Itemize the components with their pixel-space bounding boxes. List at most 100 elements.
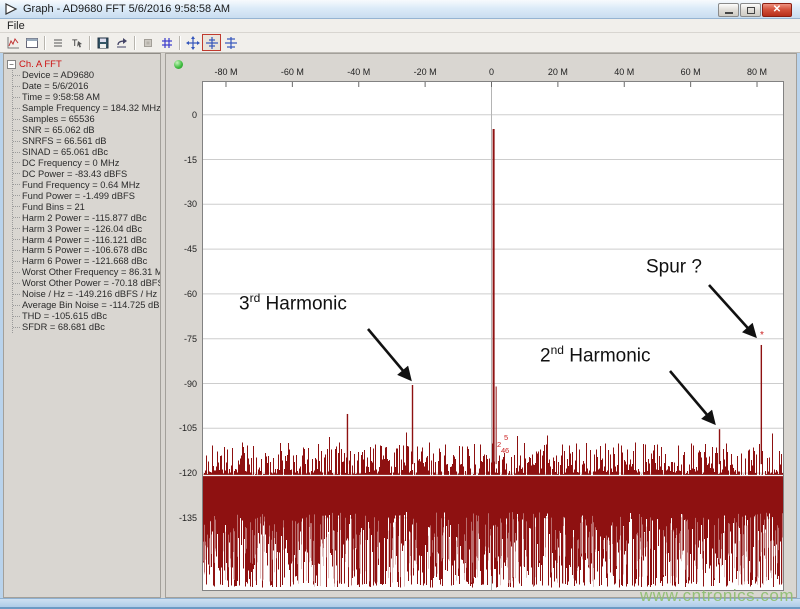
window-title: Graph - AD9680 FFT 5/6/2016 9:58:58 AM bbox=[23, 3, 231, 15]
tree-connector bbox=[13, 304, 20, 306]
tree-item-label: SNR = 65.062 dB bbox=[22, 125, 95, 136]
tree-connector bbox=[13, 151, 20, 153]
grid-icon[interactable] bbox=[157, 34, 176, 51]
svg-text:*: * bbox=[760, 330, 764, 341]
tree-item-label: Samples = 65536 bbox=[22, 114, 95, 125]
save-icon[interactable] bbox=[93, 34, 112, 51]
tree-connector bbox=[13, 206, 20, 208]
tree-item[interactable]: Fund Bins = 21 bbox=[13, 201, 158, 212]
close-button[interactable]: ✕ bbox=[762, 3, 792, 17]
y-tick-label: -135 bbox=[178, 512, 197, 523]
annotation-harmonic-2: 2nd Harmonic bbox=[540, 343, 651, 367]
tree-item[interactable]: Harm 3 Power = -126.04 dBc bbox=[13, 223, 158, 234]
minimize-icon bbox=[724, 12, 733, 14]
tree-item[interactable]: Time = 9:58:58 AM bbox=[13, 92, 158, 103]
toolbar: T bbox=[0, 33, 800, 53]
tree-item[interactable]: Harm 5 Power = -106.678 dBc bbox=[13, 245, 158, 256]
tree-connector bbox=[13, 293, 20, 295]
tree-item[interactable]: DC Frequency = 0 MHz bbox=[13, 158, 158, 169]
tree-connector bbox=[13, 195, 20, 197]
tree-item[interactable]: SNR = 65.062 dB bbox=[13, 125, 158, 136]
tree-item[interactable]: DC Power = -83.43 dBFS bbox=[13, 168, 158, 179]
toolbar-separator bbox=[89, 35, 90, 50]
tree-collapse-icon[interactable]: − bbox=[7, 59, 16, 69]
tree-item[interactable]: Fund Power = -1.499 dBFS bbox=[13, 190, 158, 201]
tree-connector bbox=[13, 239, 20, 241]
y-tick-label: -75 bbox=[183, 333, 197, 344]
close-icon: ✕ bbox=[772, 4, 782, 15]
tree-connector bbox=[13, 184, 20, 186]
tree-item[interactable]: THD = -105.615 dBc bbox=[13, 311, 158, 322]
x-tick-label: 60 M bbox=[680, 67, 701, 77]
tree-item-label: Sample Frequency = 184.32 MHz bbox=[22, 103, 161, 114]
tree-item-label: Date = 5/6/2016 bbox=[22, 81, 89, 92]
tree-root-label[interactable]: Ch. A FFT bbox=[19, 59, 62, 70]
crosshair-icon[interactable] bbox=[202, 34, 221, 51]
tree-item-label: Fund Bins = 21 bbox=[22, 201, 85, 212]
tree-connector bbox=[13, 85, 20, 87]
tree-item-label: Noise / Hz = -149.216 dBFS / Hz bbox=[22, 289, 158, 300]
watermark: www.cntronics.com bbox=[640, 586, 794, 605]
tree-connector bbox=[13, 282, 20, 284]
tree-item[interactable]: Harm 2 Power = -115.877 dBc bbox=[13, 212, 158, 223]
tree-item[interactable]: Fund Frequency = 0.64 MHz bbox=[13, 179, 158, 190]
x-tick-label: 0 bbox=[488, 67, 495, 77]
fft-spectrum: 524 6* bbox=[203, 82, 783, 590]
svg-text:5: 5 bbox=[504, 433, 508, 442]
fft-plot[interactable]: 5 2 4 6 * 3rd Harmonic 2nd Harmonic Spur ? bbox=[202, 81, 784, 591]
export-icon[interactable] bbox=[112, 34, 131, 51]
menu-file[interactable]: File bbox=[0, 20, 32, 32]
tree-item-label: Harm 3 Power = -126.04 dBc bbox=[22, 223, 143, 234]
axes-icon[interactable] bbox=[221, 34, 240, 51]
form-settings-icon[interactable] bbox=[22, 34, 41, 51]
tree-connector bbox=[13, 74, 20, 76]
marker-icon[interactable] bbox=[138, 34, 157, 51]
tree-connector bbox=[13, 326, 20, 328]
toolbar-separator bbox=[44, 35, 45, 50]
y-tick-label: -105 bbox=[178, 423, 197, 434]
content-area: − Ch. A FFT Device = AD9680 Date = 5/6/20… bbox=[3, 53, 797, 598]
tree-item[interactable]: Noise / Hz = -149.216 dBFS / Hz bbox=[13, 289, 158, 300]
tree-connector bbox=[13, 173, 20, 175]
menu-bar: File bbox=[0, 19, 800, 33]
y-tick-label: -15 bbox=[183, 154, 197, 165]
tree-item-label: SINAD = 65.061 dBc bbox=[22, 147, 109, 158]
tree-connector bbox=[13, 228, 20, 230]
y-tick-label: -30 bbox=[183, 199, 197, 210]
pan-icon[interactable] bbox=[183, 34, 202, 51]
status-led-icon bbox=[174, 60, 183, 69]
x-tick-label: -80 M bbox=[214, 67, 238, 77]
tree-item-label: Harm 5 Power = -106.678 dBc bbox=[22, 245, 148, 256]
tree-item[interactable]: SFDR = 68.681 dBc bbox=[13, 322, 158, 333]
tree-item[interactable]: Worst Other Power = -70.18 dBFS bbox=[13, 278, 160, 289]
tree-item[interactable]: Average Bin Noise = -114.725 dBFS bbox=[13, 300, 160, 311]
maximize-icon bbox=[746, 6, 755, 14]
list-icon[interactable] bbox=[48, 34, 67, 51]
tree-connector bbox=[13, 118, 20, 120]
tree-item[interactable]: Samples = 65536 bbox=[13, 114, 158, 125]
tree-item[interactable]: Date = 5/6/2016 bbox=[13, 81, 158, 92]
graph-copy-icon[interactable] bbox=[3, 34, 22, 51]
tree-item[interactable]: Harm 4 Power = -116.121 dBc bbox=[13, 234, 158, 245]
tree-item[interactable]: Sample Frequency = 184.32 MHz bbox=[13, 103, 161, 114]
x-tick-label: -40 M bbox=[347, 67, 371, 77]
tree-connector bbox=[13, 140, 20, 142]
tree-item[interactable]: Device = AD9680 bbox=[13, 70, 158, 81]
label-tool-icon[interactable]: T bbox=[67, 34, 86, 51]
minimize-button[interactable] bbox=[718, 3, 739, 17]
tree-item[interactable]: Worst Other Frequency = 86.31 MHz bbox=[13, 267, 160, 278]
tree-connector bbox=[13, 96, 20, 98]
y-tick-label: -120 bbox=[178, 468, 197, 479]
tree-item-label: Fund Frequency = 0.64 MHz bbox=[22, 179, 141, 190]
toolbar-separator bbox=[134, 35, 135, 50]
tree-item[interactable]: SINAD = 65.061 dBc bbox=[13, 147, 158, 158]
maximize-button[interactable] bbox=[740, 3, 761, 17]
x-tick-label: 20 M bbox=[547, 67, 568, 77]
tree-connector bbox=[13, 260, 20, 262]
tree-connector bbox=[13, 249, 20, 251]
tree-item-label: Time = 9:58:58 AM bbox=[22, 92, 100, 103]
tree-items: Device = AD9680 Date = 5/6/2016 Time = 9:5… bbox=[12, 70, 161, 333]
y-tick-label: 0 bbox=[191, 109, 197, 120]
tree-item[interactable]: Harm 6 Power = -121.668 dBc bbox=[13, 256, 158, 267]
tree-item[interactable]: SNRFS = 66.561 dB bbox=[13, 136, 158, 147]
